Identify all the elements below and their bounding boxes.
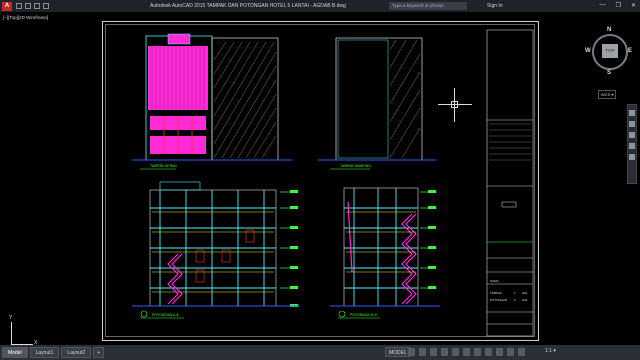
title-block-row-1-code: A01 — [522, 291, 528, 295]
model-space-button[interactable]: MODEL — [385, 347, 411, 357]
front-elevation-caption: TAMPAK DEPAN — [150, 164, 177, 168]
zoom-extents-icon[interactable] — [629, 132, 635, 138]
title-block-row-1-num: 1 — [514, 291, 516, 295]
ortho-icon[interactable] — [430, 348, 437, 356]
minimize-button[interactable]: — — [600, 2, 606, 9]
navigation-bar — [627, 104, 637, 184]
section-a-caption: POTONGAN A-A — [152, 313, 179, 317]
title-block-row-2-num: 2 — [514, 298, 516, 302]
undo-icon[interactable] — [43, 3, 49, 9]
showmotion-icon[interactable] — [629, 154, 635, 160]
compass-north[interactable]: N — [607, 27, 611, 33]
compass-south[interactable]: S — [607, 70, 611, 76]
steering-wheel-icon[interactable] — [629, 110, 635, 116]
transparency-icon[interactable] — [496, 348, 503, 356]
otrack-icon[interactable] — [474, 348, 481, 356]
tab-layout2[interactable]: Layout2 — [61, 347, 92, 358]
viewcube[interactable]: TOP N S E W — [585, 27, 632, 76]
title-block-row-1-name: TAMPAK — [490, 291, 502, 295]
section-b-caption: POTONGAN B-B — [350, 313, 377, 317]
save-icon[interactable] — [34, 3, 40, 9]
close-button[interactable]: ✕ — [631, 2, 636, 9]
cad-drawing: TAMPAK DEPAN TAMPAK SAMPING POTONGAN A-A… — [132, 29, 534, 337]
search-input[interactable]: Type a keyword or phrase — [389, 2, 467, 10]
wcs-menu[interactable]: WCS ▾ — [598, 90, 617, 99]
osnap-icon[interactable] — [463, 348, 470, 356]
section-b-b: POTONGAN B-B — [330, 187, 440, 319]
new-file-icon[interactable] — [16, 3, 22, 9]
tab-layout1[interactable]: Layout1 — [29, 347, 60, 358]
add-layout-button[interactable]: + — [93, 347, 105, 358]
lineweight-icon[interactable] — [485, 348, 492, 356]
tab-model[interactable]: Model — [2, 347, 28, 358]
title-block-row-2-name: POTONGAN — [490, 298, 507, 302]
side-elevation-caption: TAMPAK SAMPING — [340, 164, 371, 168]
compass-west[interactable]: W — [585, 48, 591, 54]
title-bar: A Autodesk AutoCAD 2015 TAMPAK DAN POTON… — [0, 0, 640, 12]
workspace-gear-icon[interactable] — [518, 348, 525, 356]
isodraft-icon[interactable] — [452, 348, 459, 356]
side-elevation: TAMPAK SAMPING — [318, 37, 436, 170]
viewcube-top-face[interactable]: TOP — [602, 44, 618, 58]
orbit-icon[interactable] — [629, 143, 635, 149]
window-controls: — ❐ ✕ — [600, 2, 636, 9]
ucs-icon: X Y — [6, 315, 37, 348]
pan-icon[interactable] — [629, 121, 635, 127]
ucs-y-label: Y — [9, 315, 13, 321]
section-a-a: POTONGAN A-A — [132, 181, 300, 319]
front-elevation: TAMPAK DEPAN — [132, 33, 292, 170]
window-title: Autodesk AutoCAD 2015 TAMPAK DAN POTONGA… — [150, 3, 346, 9]
title-block-row-2-code: A02 — [522, 298, 528, 302]
open-file-icon[interactable] — [25, 3, 31, 9]
status-bar: Model Layout1 Layout2 + MODEL 1:1 ▾ — [0, 345, 640, 360]
status-tools — [408, 348, 525, 356]
annotation-icon[interactable] — [507, 348, 514, 356]
title-block-label: NAMA — [490, 279, 499, 283]
quick-access-toolbar — [16, 3, 49, 9]
compass-east[interactable]: E — [628, 48, 632, 54]
restore-button[interactable]: ❐ — [616, 2, 621, 9]
sign-in-link[interactable]: Sign In — [487, 3, 503, 9]
snap-icon[interactable] — [419, 348, 426, 356]
title-block: NAMA TAMPAK 1 A01 POTONGAN 2 A02 — [486, 29, 534, 337]
drawing-viewport[interactable]: [−][Top][2D Wireframe] TAMPAK DEPAN TAMP… — [0, 12, 640, 348]
annotation-scale[interactable]: 1:1 ▾ — [545, 348, 556, 354]
crosshair-cursor — [438, 88, 472, 122]
grid-icon[interactable] — [408, 348, 415, 356]
polar-icon[interactable] — [441, 348, 448, 356]
autocad-logo-icon[interactable]: A — [2, 1, 12, 11]
